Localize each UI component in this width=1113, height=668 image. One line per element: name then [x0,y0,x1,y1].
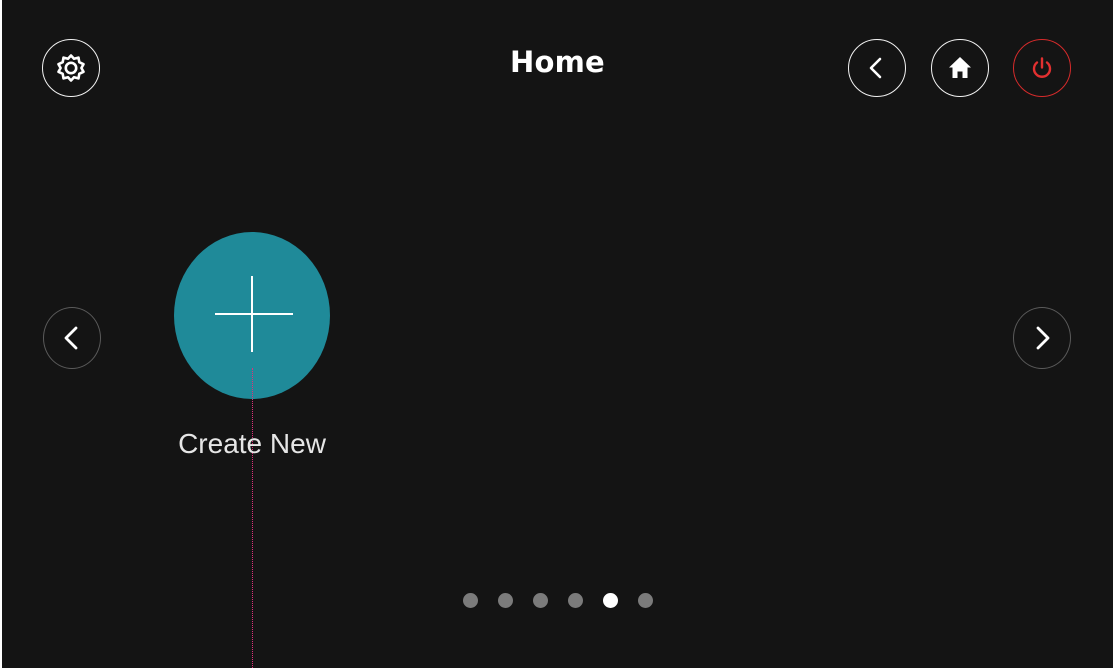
power-icon [1032,57,1052,78]
chevron-left-icon [64,326,78,350]
previous-page-button[interactable] [43,307,101,369]
back-button[interactable] [848,39,906,97]
guide-line [252,368,253,668]
home-icon [949,57,971,78]
home-screen: Home Create New [2,0,1113,668]
page-dot-3[interactable] [533,593,548,608]
home-button[interactable] [931,39,989,97]
pagination-dots [463,593,653,608]
power-button[interactable] [1013,39,1071,97]
page-dot-2[interactable] [498,593,513,608]
chevron-left-icon [869,57,882,79]
page-dot-5[interactable] [603,593,618,608]
page-dot-6[interactable] [638,593,653,608]
create-new-label: Create New [178,428,326,459]
chevron-right-icon [1036,326,1050,350]
next-page-button[interactable] [1013,307,1071,369]
page-dot-1[interactable] [463,593,478,608]
page-dot-4[interactable] [568,593,583,608]
